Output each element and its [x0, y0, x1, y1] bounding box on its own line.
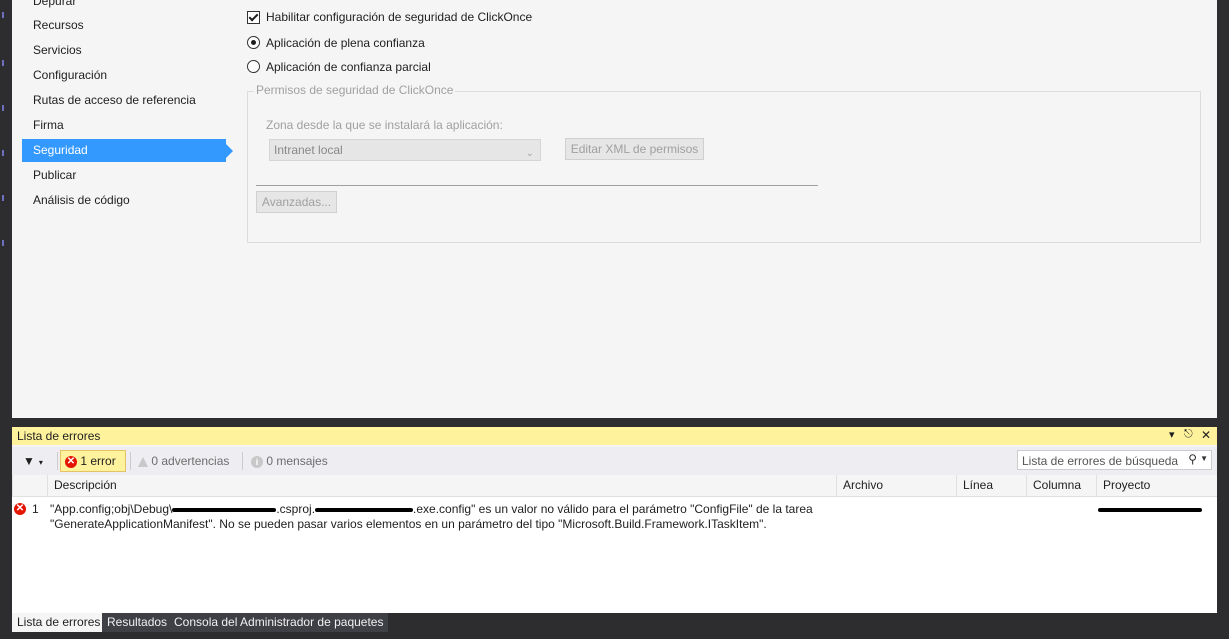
search-icon[interactable]: ⚲: [1188, 452, 1197, 466]
messages-filter-button[interactable]: i 0 mensajes: [251, 450, 328, 472]
edge-marker: [2, 12, 4, 18]
edit-xml-permissions-button[interactable]: Editar XML de permisos: [565, 138, 704, 160]
error-icon: ✕: [14, 503, 26, 515]
advanced-button[interactable]: Avanzadas...: [256, 191, 337, 213]
edge-marker: [2, 195, 4, 201]
zone-select[interactable]: Intranet local ⌄: [269, 139, 541, 161]
partial-trust-radio[interactable]: Aplicación de confianza parcial: [247, 58, 431, 76]
messages-count-label: 0 mensajes: [266, 454, 328, 468]
redaction-mark: [315, 507, 414, 512]
error-grid-body: ✕ 1 "App.config;obj\Debug\ .csproj. .exe.c…: [12, 497, 1217, 613]
pin-icon[interactable]: ⎋: [1184, 428, 1193, 441]
error-list-window: Lista de errores ▾ ⎋ ✕ ▼ ▾ ✕ 1 error 0 ad…: [12, 427, 1217, 613]
nav-item-publicar[interactable]: Publicar: [22, 164, 226, 187]
column-header-column[interactable]: Columna: [1026, 475, 1097, 496]
error-list-toolbar: ▼ ▾ ✕ 1 error 0 advertencias i 0 mensajes…: [12, 447, 1217, 475]
toolbar-separator: [57, 452, 58, 470]
column-header-description[interactable]: Descripción: [47, 475, 837, 496]
checkbox-checked-icon[interactable]: [247, 11, 260, 24]
nav-item-configuracion[interactable]: Configuración: [22, 64, 226, 87]
chevron-down-icon: ⌄: [525, 148, 534, 159]
nav-item-seguridad[interactable]: Seguridad: [22, 139, 233, 162]
row-description: "App.config;obj\Debug\ .csproj. .exe.confi…: [50, 502, 820, 532]
nav-item-firma[interactable]: Firma: [22, 114, 226, 137]
project-properties-panel: Depurar Recursos Servicios Configuración…: [12, 0, 1217, 418]
warnings-filter-button[interactable]: 0 advertencias: [138, 450, 229, 472]
group-title: Permisos de seguridad de ClickOnce: [254, 83, 456, 97]
edge-marker: [2, 60, 4, 66]
nav-item-rutas-referencia[interactable]: Rutas de acceso de referencia: [22, 89, 226, 112]
group-divider: [256, 185, 818, 186]
close-icon[interactable]: ✕: [1201, 428, 1211, 442]
edge-marker: [2, 240, 4, 246]
full-trust-label: Aplicación de plena confianza: [266, 36, 425, 50]
info-icon: i: [251, 455, 263, 468]
errors-count-label: 1 error: [80, 454, 116, 468]
errors-filter-button[interactable]: ✕ 1 error: [60, 450, 126, 472]
bottom-tab-strip: Lista de errores Resultados Consola del …: [0, 613, 1229, 639]
redaction-mark: [1098, 507, 1202, 512]
error-icon: ✕: [65, 455, 77, 468]
filter-icon[interactable]: ▼ ▾: [23, 450, 43, 472]
partial-trust-label: Aplicación de confianza parcial: [266, 60, 431, 74]
enable-clickonce-security-checkbox[interactable]: Habilitar configuración de seguridad de …: [247, 8, 532, 26]
error-list-title-bar: Lista de errores ▾ ⎋ ✕: [12, 427, 1217, 445]
right-window-edge: [1217, 0, 1229, 418]
warnings-count-label: 0 advertencias: [151, 454, 230, 468]
description-text: "App.config;obj\Debug\: [50, 502, 173, 516]
tab-error-list[interactable]: Lista de errores: [12, 613, 106, 632]
column-header-line[interactable]: Línea: [956, 475, 1027, 496]
edge-marker: [2, 105, 4, 111]
row-project: [1098, 502, 1202, 516]
description-text: .exe.config" es un valor no válido para …: [413, 502, 813, 516]
radio-unselected-icon[interactable]: [247, 60, 260, 73]
clickonce-permissions-group: Permisos de seguridad de ClickOnce Zona …: [247, 83, 1201, 243]
description-text: "GenerateApplicationManifest". No se pue…: [50, 517, 767, 531]
toolbar-separator: [242, 452, 243, 470]
tab-results[interactable]: Resultados: [102, 613, 173, 632]
redaction-mark: [172, 507, 277, 512]
edge-marker: [2, 150, 4, 156]
error-search-box[interactable]: ⚲ ▼: [1017, 450, 1212, 471]
window-dropdown-icon[interactable]: ▾: [1169, 428, 1175, 441]
zone-select-value: Intranet local: [274, 143, 343, 157]
enable-clickonce-security-label: Habilitar configuración de seguridad de …: [266, 10, 533, 24]
column-header-file[interactable]: Archivo: [836, 475, 957, 496]
zone-label: Zona desde la que se instalará la aplica…: [266, 118, 503, 132]
toolbar-separator: [130, 452, 131, 470]
error-search-input[interactable]: [1018, 451, 1192, 471]
error-list-title: Lista de errores: [17, 429, 101, 443]
description-text: .csproj.: [276, 502, 316, 516]
search-dropdown-icon[interactable]: ▼: [1200, 454, 1208, 463]
column-header-type[interactable]: [12, 475, 47, 496]
nav-item-servicios[interactable]: Servicios: [22, 39, 226, 62]
left-window-edge: [0, 0, 12, 418]
tab-package-console[interactable]: Consola del Administrador de paquetes: [169, 613, 389, 632]
row-number: 1: [32, 502, 39, 516]
nav-item-recursos[interactable]: Recursos: [22, 14, 226, 37]
warning-icon: [138, 456, 148, 467]
nav-item-depurar[interactable]: Depurar: [22, 0, 226, 13]
error-grid-header: Descripción Archivo Línea Columna Proyec…: [12, 475, 1217, 497]
column-header-project[interactable]: Proyecto: [1096, 475, 1217, 496]
full-trust-radio[interactable]: Aplicación de plena confianza: [247, 34, 425, 52]
nav-item-analisis-codigo[interactable]: Análisis de código: [22, 189, 226, 212]
radio-selected-icon[interactable]: [247, 36, 260, 49]
